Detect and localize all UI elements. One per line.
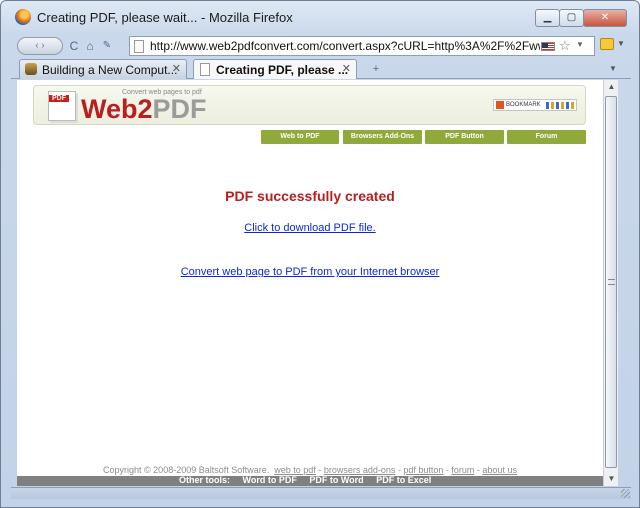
- tab-label: Creating PDF, please ...: [216, 63, 349, 77]
- firefox-icon: [15, 9, 31, 25]
- tab-building-computer[interactable]: Building a New Comput... ✕: [19, 59, 187, 79]
- pdf-tag: PDF: [49, 95, 69, 102]
- tab-close-icon[interactable]: ✕: [342, 62, 351, 75]
- tool-pdf-to-excel[interactable]: PDF to Excel: [376, 476, 431, 485]
- site-footer: Copyright © 2008-2009 Baltsoft Software.…: [17, 465, 603, 475]
- tool-word-to-pdf[interactable]: Word to PDF: [243, 476, 297, 485]
- download-pdf-link[interactable]: Click to download PDF file.: [17, 222, 603, 234]
- vertical-scrollbar[interactable]: ▲ ▼: [603, 80, 618, 486]
- bookmark-label: BOOKMARK: [506, 102, 541, 108]
- page-icon: [134, 40, 144, 53]
- footer-link-addons[interactable]: browsers add-ons: [324, 465, 396, 475]
- scroll-up-icon[interactable]: ▲: [604, 80, 619, 94]
- site-logo[interactable]: Web2PDF: [81, 94, 207, 125]
- scroll-grip: [608, 279, 615, 285]
- nav-browser-addons[interactable]: Browsers Add-Ons: [343, 130, 422, 144]
- social-services-icon: [546, 102, 574, 109]
- window-title: Creating PDF, please wait... - Mozilla F…: [37, 10, 293, 25]
- url-history-dropdown[interactable]: ▼: [576, 40, 584, 49]
- bookmarks-dropdown[interactable]: ▼: [617, 39, 625, 48]
- status-bar: [11, 487, 631, 499]
- url-bar[interactable]: http://www.web2pdfconvert.com/convert.as…: [129, 36, 595, 56]
- other-tools-bar: Other tools: Word to PDF PDF to Word PDF…: [17, 476, 603, 486]
- tab-close-icon[interactable]: ✕: [172, 62, 181, 75]
- other-tools-label: Other tools:: [179, 476, 230, 485]
- footer-link-web-to-pdf[interactable]: web to pdf: [274, 465, 316, 475]
- navigation-toolbar: ‹ › C ⌂ ✎ http://www.web2pdfconvert.com/…: [11, 35, 631, 57]
- title-bar[interactable]: Creating PDF, please wait... - Mozilla F…: [1, 1, 639, 33]
- site-favicon-icon: [25, 63, 37, 75]
- page-content: PDF Convert web pages to pdf Web2PDF BOO…: [17, 80, 603, 486]
- nav-forum[interactable]: Forum: [507, 130, 586, 144]
- us-flag-icon[interactable]: [541, 42, 555, 51]
- scroll-down-icon[interactable]: ▼: [604, 472, 619, 486]
- browser-window: Creating PDF, please wait... - Mozilla F…: [0, 0, 640, 508]
- page-icon: [200, 63, 210, 76]
- logo-pdf: PDF: [152, 94, 207, 124]
- footer-link-pdf-button[interactable]: pdf button: [403, 465, 443, 475]
- copyright-text: Copyright © 2008-2009 Baltsoft Software.: [103, 465, 270, 475]
- new-tab-button[interactable]: +: [361, 60, 391, 78]
- reload-icon[interactable]: C: [67, 37, 81, 55]
- bookmarks-folder-icon[interactable]: [600, 38, 614, 50]
- bookmark-share-button[interactable]: BOOKMARK: [493, 99, 577, 111]
- nav-pdf-button[interactable]: PDF Button: [425, 130, 504, 144]
- minimize-button[interactable]: ▁: [535, 9, 560, 27]
- success-heading: PDF successfully created: [225, 188, 395, 204]
- home-icon[interactable]: ⌂: [83, 37, 97, 55]
- tools-icon[interactable]: ✎: [99, 37, 115, 55]
- tab-list-button[interactable]: ▼: [609, 60, 623, 78]
- logo-web: Web: [81, 94, 138, 124]
- nav-web-to-pdf[interactable]: Web to PDF: [261, 130, 339, 144]
- footer-link-about-us[interactable]: about us: [482, 465, 517, 475]
- url-input[interactable]: http://www.web2pdfconvert.com/convert.as…: [150, 39, 540, 53]
- pdf-document-icon: PDF: [48, 91, 76, 121]
- plus-icon: [496, 101, 504, 109]
- resize-grip-icon[interactable]: [621, 489, 630, 498]
- tab-label: Building a New Comput...: [42, 63, 178, 77]
- convert-browser-link[interactable]: Convert web page to PDF from your Intern…: [17, 266, 603, 277]
- close-window-button[interactable]: ✕: [583, 9, 627, 27]
- logo-2: 2: [137, 94, 153, 124]
- site-header: PDF Convert web pages to pdf Web2PDF BOO…: [33, 85, 586, 125]
- convert-link-clip: Convert web page to PDF from your Intern…: [17, 266, 603, 277]
- tool-pdf-to-word[interactable]: PDF to Word: [309, 476, 363, 485]
- maximize-button[interactable]: ▢: [559, 9, 584, 27]
- tab-bar: Building a New Comput... ✕ Creating PDF,…: [11, 57, 631, 79]
- scroll-thumb[interactable]: [605, 96, 617, 468]
- back-forward-buttons[interactable]: ‹ ›: [17, 37, 63, 55]
- bookmark-star-icon[interactable]: ☆: [559, 38, 571, 54]
- tab-creating-pdf[interactable]: Creating PDF, please ... ✕: [193, 59, 357, 79]
- footer-separator: -: [315, 465, 324, 475]
- footer-link-forum[interactable]: forum: [451, 465, 474, 475]
